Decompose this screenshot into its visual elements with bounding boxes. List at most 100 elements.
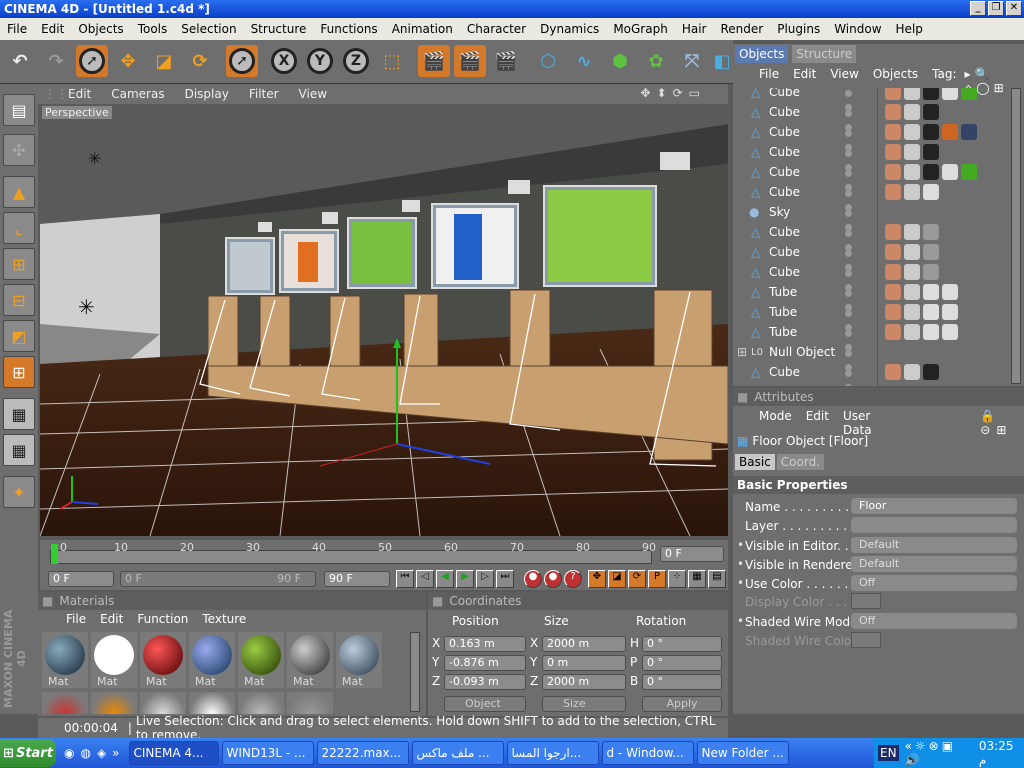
material-swatch[interactable]: Mat	[140, 632, 186, 688]
step-back-icon[interactable]: ◁	[416, 570, 434, 588]
points-tool-icon[interactable]: ⊞	[3, 248, 35, 280]
task-22222max[interactable]: 22222.max...	[316, 741, 409, 765]
object-row[interactable]: ● Sky	[733, 202, 1009, 231]
tab-coord[interactable]: Coord.	[776, 454, 824, 470]
size-x-field[interactable]: 2000 m	[542, 636, 626, 652]
scale-icon[interactable]: ◪	[148, 45, 180, 77]
key-interpolation-icon[interactable]: ▦	[688, 570, 706, 588]
objects-scrollbar[interactable]	[1011, 88, 1021, 384]
material-swatch[interactable]: Mat	[189, 632, 235, 688]
live-selection-icon[interactable]: ➚	[76, 45, 108, 77]
attr-menu-mode[interactable]: Mode	[759, 409, 792, 428]
animate-dot-icon[interactable]: •	[737, 538, 744, 552]
scene-icon[interactable]: ◧	[712, 45, 732, 77]
material-swatch[interactable]: Mat	[287, 632, 333, 688]
task-new-folder[interactable]: New Folder ...	[696, 741, 789, 765]
sculpt-tool-icon[interactable]: ✦	[3, 476, 35, 508]
mat-menu-edit[interactable]: Edit	[100, 612, 123, 626]
position-z-field[interactable]: -0.093 m	[444, 674, 526, 690]
rotation-p-field[interactable]: 0 °	[642, 655, 722, 671]
key-pla-icon[interactable]: ⁘	[668, 570, 686, 588]
animation-tool-icon[interactable]: ⊞	[3, 356, 35, 388]
animate-dot-icon[interactable]: •	[737, 614, 744, 628]
objects-toolbar-icons[interactable]: ▸🔍⌂◯⊞	[965, 67, 1024, 95]
object-row[interactable]: ⊞ L0 Null Object	[733, 342, 1009, 371]
menu-hair[interactable]: Hair	[675, 22, 714, 36]
visible-editor-dropdown[interactable]: Default	[851, 537, 1017, 553]
menu-selection[interactable]: Selection	[174, 22, 243, 36]
texture-tool-icon[interactable]: ▦	[3, 398, 35, 430]
menu-character[interactable]: Character	[460, 22, 533, 36]
tab-basic[interactable]: Basic	[735, 454, 775, 470]
x-axis-icon[interactable]: X	[268, 45, 300, 77]
keyframe-selection-icon[interactable]: ?	[564, 570, 582, 588]
vp-menu-view[interactable]: View	[289, 87, 337, 101]
key-parameter-icon[interactable]: P	[648, 570, 666, 588]
material-swatch[interactable]: Mat	[42, 632, 88, 688]
material-swatch[interactable]: Mat	[91, 632, 137, 688]
object-row[interactable]: △ Cube	[733, 122, 1009, 151]
quick-launch-icons[interactable]: ◉◍◈»	[64, 746, 126, 760]
mat-menu-file[interactable]: File	[66, 612, 86, 626]
viewport-nav-icons[interactable]: ✥⬍⟳▭	[630, 86, 716, 100]
menu-dynamics[interactable]: Dynamics	[533, 22, 606, 36]
materials-scrollbar[interactable]	[410, 632, 420, 712]
start-button[interactable]: ⊞ Start	[0, 739, 56, 767]
coord-mode-dropdown[interactable]: Object	[444, 696, 526, 712]
rotate-icon[interactable]: ⟳	[184, 45, 216, 77]
timeline-window-icon[interactable]: ▤	[708, 570, 726, 588]
object-tool-icon[interactable]: ⌞	[3, 212, 35, 244]
coordinate-system-icon[interactable]: ⬚	[376, 45, 408, 77]
z-axis-icon[interactable]: Z	[340, 45, 372, 77]
position-x-field[interactable]: 0.163 m	[444, 636, 526, 652]
obj-menu-objects[interactable]: Objects	[873, 67, 918, 86]
layout-icon[interactable]: ▤	[3, 94, 35, 126]
object-row[interactable]: △ Cube	[733, 88, 1009, 111]
spline-icon[interactable]: ∿	[568, 45, 600, 77]
y-axis-icon[interactable]: Y	[304, 45, 336, 77]
vp-menu-filter[interactable]: Filter	[239, 87, 289, 101]
language-indicator[interactable]: EN	[878, 745, 899, 761]
menu-functions[interactable]: Functions	[313, 22, 384, 36]
attributes-toolbar-icons[interactable]: 🔒⊝⊞	[980, 409, 1024, 437]
obj-menu-view[interactable]: View	[830, 67, 858, 86]
menu-render[interactable]: Render	[713, 22, 770, 36]
cube-primitive-icon[interactable]: ⬡	[532, 45, 564, 77]
menu-mograph[interactable]: MoGraph	[606, 22, 675, 36]
render-region-icon[interactable]: 🎬	[454, 45, 486, 77]
play-back-icon[interactable]: ◀	[436, 570, 454, 588]
material-swatch[interactable]: Mat	[238, 632, 284, 688]
obj-menu-tags[interactable]: Tag:	[932, 67, 956, 86]
render-settings-icon[interactable]: 🎬	[490, 45, 522, 77]
position-y-field[interactable]: -0.876 m	[444, 655, 526, 671]
polygons-tool-icon[interactable]: ◩	[3, 320, 35, 352]
object-row[interactable]: △ Cube	[733, 362, 1009, 386]
expand-icon[interactable]: ⊞	[737, 345, 747, 359]
use-color-dropdown[interactable]: Off	[851, 575, 1017, 591]
vp-menu-cameras[interactable]: Cameras	[101, 87, 174, 101]
visible-renderer-dropdown[interactable]: Default	[851, 556, 1017, 572]
tab-objects[interactable]: Objects	[735, 45, 789, 63]
shaded-wire-color-swatch[interactable]	[851, 632, 881, 648]
minimize-button[interactable]: _	[970, 1, 986, 16]
vp-menu-display[interactable]: Display	[175, 87, 239, 101]
key-rotation-icon[interactable]: ⟳	[628, 570, 646, 588]
object-row[interactable]: △ Cube	[733, 162, 1009, 191]
menu-tools[interactable]: Tools	[131, 22, 175, 36]
object-row[interactable]: △ Cube	[733, 242, 1009, 271]
move-icon[interactable]: ✥	[112, 45, 144, 77]
timeline-ruler[interactable]	[50, 550, 652, 564]
menu-plugins[interactable]: Plugins	[770, 22, 827, 36]
menu-edit[interactable]: Edit	[34, 22, 71, 36]
go-start-icon[interactable]: ⏮	[396, 570, 414, 588]
array-icon[interactable]: ✿	[640, 45, 672, 77]
mat-menu-texture[interactable]: Texture	[202, 612, 246, 626]
redo-icon[interactable]: ↷	[40, 45, 72, 77]
shaded-wire-mode-dropdown[interactable]: Off	[851, 613, 1017, 629]
texture-axis-icon[interactable]: ▦	[3, 434, 35, 466]
material-swatch[interactable]: Mat	[336, 632, 382, 688]
object-row[interactable]: △ Cube	[733, 222, 1009, 251]
deformer-icon[interactable]: ⤧	[676, 45, 708, 77]
apply-button[interactable]: Apply	[642, 696, 722, 712]
undo-icon[interactable]: ↶	[4, 45, 36, 77]
